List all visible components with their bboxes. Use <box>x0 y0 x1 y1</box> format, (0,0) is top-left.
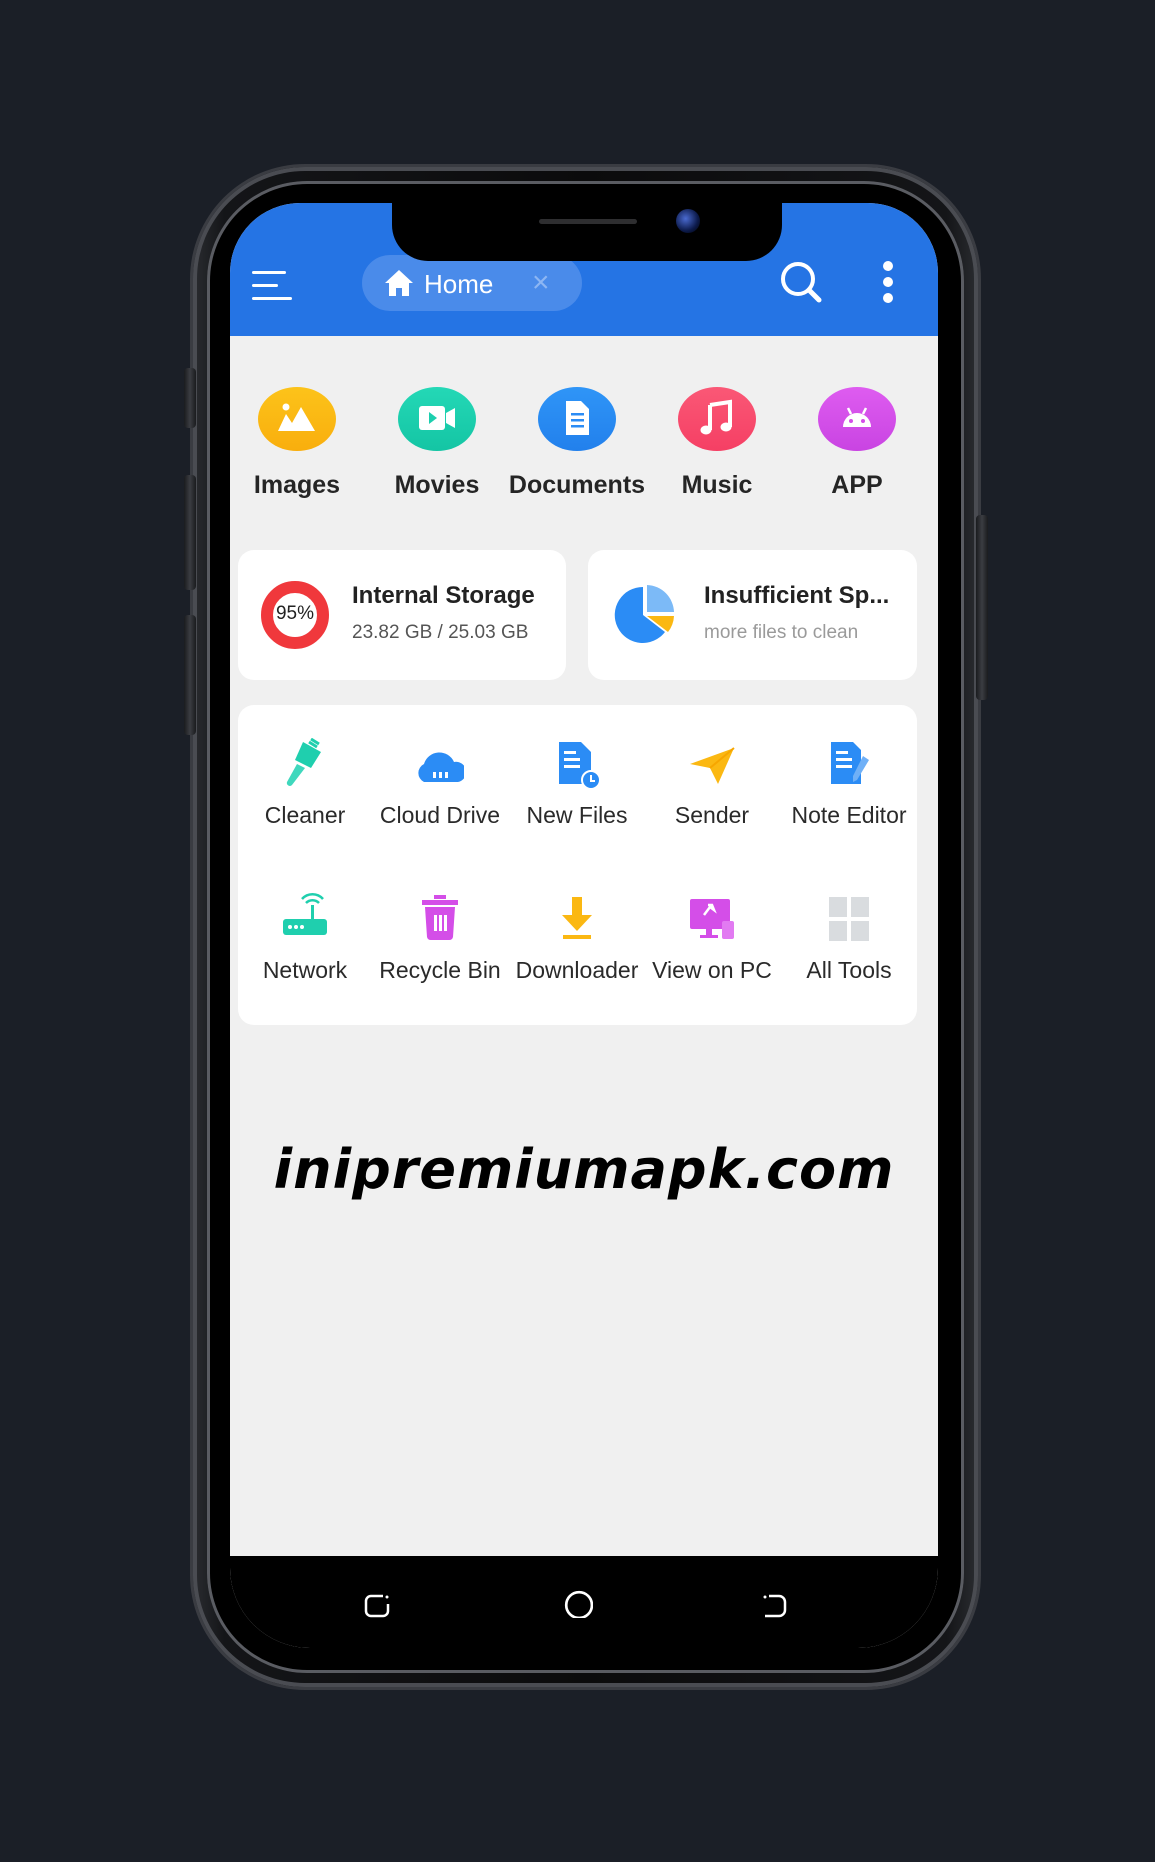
category-movies-badge <box>398 387 476 451</box>
category-images[interactable]: Images <box>230 383 367 513</box>
internal-storage-card[interactable]: 95% Internal Storage 23.82 GB / 25.03 GB <box>238 550 566 680</box>
insufficient-space-card[interactable]: Insufficient Sp... more files to clean <box>588 550 917 680</box>
category-label: Music <box>681 471 753 499</box>
category-images-badge <box>258 387 336 451</box>
tool-label: Note Editor <box>791 802 907 828</box>
camera-notch <box>392 203 782 261</box>
tool-recycle-bin[interactable]: Recycle Bin <box>372 893 508 1003</box>
back-icon[interactable] <box>761 1592 789 1618</box>
tool-cloud-drive[interactable]: Cloud Drive <box>372 738 508 848</box>
more-vertical-icon-dot <box>883 293 893 303</box>
tool-new-files[interactable]: New Files <box>509 738 645 848</box>
tool-label: All Tools <box>806 957 892 983</box>
image-icon <box>278 403 315 431</box>
category-music[interactable]: Music <box>647 383 787 513</box>
tool-downloader[interactable]: Downloader <box>509 893 645 1003</box>
watermark-text: inipremiumapk.com <box>273 1138 895 1201</box>
tool-network[interactable]: Network <box>237 893 373 1003</box>
tool-cleaner[interactable]: Cleaner <box>237 738 373 848</box>
side-button-power <box>976 515 988 700</box>
cloud-icon <box>418 752 464 782</box>
category-documents-badge <box>538 387 616 451</box>
category-app-badge <box>818 387 896 451</box>
recents-icon[interactable] <box>363 1592 391 1618</box>
category-label: Images <box>253 471 341 499</box>
hamburger-menu-icon-line <box>252 284 278 287</box>
earpiece-speaker <box>539 219 637 224</box>
menu-button[interactable] <box>252 267 296 305</box>
download-icon <box>562 897 592 939</box>
more-vertical-icon-dot <box>883 277 893 287</box>
search-icon[interactable] <box>778 259 824 305</box>
side-button-volume-down <box>184 615 196 735</box>
music-note-icon <box>700 399 732 435</box>
cleanup-subtitle: more files to clean <box>704 622 859 643</box>
tool-note-editor[interactable]: Note Editor <box>781 738 917 848</box>
system-nav-bar <box>230 1556 938 1648</box>
side-button-volume-up <box>184 475 196 590</box>
tab-home[interactable]: Home × <box>362 255 582 311</box>
home-icon <box>385 270 413 296</box>
tool-label: Sender <box>674 802 750 828</box>
tool-label: View on PC <box>652 957 772 983</box>
document-icon <box>566 401 589 435</box>
hamburger-menu-icon <box>252 271 286 274</box>
more-vertical-icon <box>883 261 893 271</box>
cleanup-title: Insufficient Sp... <box>704 582 890 609</box>
category-music-badge <box>678 387 756 451</box>
category-app[interactable]: APP <box>787 383 927 513</box>
hamburger-menu-icon-line <box>252 297 292 300</box>
broom-icon <box>286 738 321 786</box>
side-button-mute <box>184 368 196 428</box>
storage-percent: 95% <box>275 603 315 624</box>
paper-plane-icon <box>690 747 735 784</box>
tool-sender[interactable]: Sender <box>644 738 780 848</box>
monitor-icon <box>690 899 734 939</box>
pie-chart-icon <box>614 585 674 643</box>
more-options-button[interactable] <box>878 261 898 303</box>
front-camera <box>676 209 700 233</box>
grid-icon <box>829 897 869 941</box>
category-label: Documents <box>508 471 646 499</box>
storage-usage-text: 23.82 GB / 25.03 GB <box>352 622 529 643</box>
android-icon <box>843 407 871 427</box>
tool-all-tools[interactable]: All Tools <box>781 893 917 1003</box>
tab-home-label: Home <box>424 269 494 299</box>
screen: Home × Images Movies Documents Music APP… <box>230 203 938 1648</box>
note-edit-icon <box>831 742 869 784</box>
storage-title: Internal Storage <box>352 582 535 609</box>
home-circle-icon[interactable] <box>563 1590 593 1618</box>
category-documents[interactable]: Documents <box>507 383 647 513</box>
tool-label: Recycle Bin <box>379 957 501 983</box>
category-label: Movies <box>394 471 480 499</box>
category-movies[interactable]: Movies <box>367 383 507 513</box>
tool-view-on-pc[interactable]: View on PC <box>644 893 780 1003</box>
router-icon <box>283 893 327 935</box>
tab-close-button[interactable]: × <box>532 265 550 301</box>
new-file-clock-icon <box>559 742 601 790</box>
video-camera-icon <box>419 406 455 430</box>
category-label: APP <box>831 471 883 499</box>
trash-icon <box>422 895 458 941</box>
tool-label: Cloud Drive <box>379 802 501 828</box>
storage-usage-ring: 95% <box>260 580 330 650</box>
